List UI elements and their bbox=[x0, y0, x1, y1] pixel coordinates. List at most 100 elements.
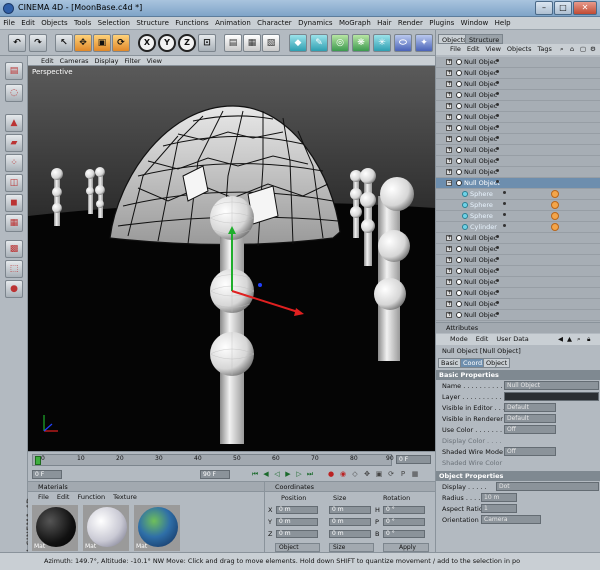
expand-toggle-icon[interactable]: + bbox=[446, 268, 452, 274]
close-button[interactable]: ✕ bbox=[573, 1, 597, 15]
settings-icon[interactable]: ⚙ bbox=[590, 44, 596, 55]
visibility-dot-icon[interactable] bbox=[496, 290, 499, 293]
size-y-field[interactable]: 0 m bbox=[329, 518, 371, 526]
visibility-dot-icon[interactable] bbox=[496, 103, 499, 106]
expand-toggle-icon[interactable]: + bbox=[446, 81, 452, 87]
apply-button[interactable]: Apply bbox=[383, 543, 429, 552]
object-row[interactable]: − Null Object bbox=[436, 178, 600, 189]
menu-objects[interactable]: Objects bbox=[38, 17, 71, 30]
om-menu-edit[interactable]: Edit bbox=[467, 44, 480, 55]
attr-menu-mode[interactable]: Mode bbox=[450, 334, 468, 345]
visibility-dot-icon[interactable] bbox=[503, 202, 506, 205]
object-name[interactable]: Null Object bbox=[464, 178, 500, 189]
expand-toggle-icon[interactable]: + bbox=[446, 279, 452, 285]
object-name[interactable]: Null Objec bbox=[464, 123, 497, 134]
visibility-dot-icon[interactable] bbox=[496, 257, 499, 260]
display-dropdown[interactable]: Dot bbox=[496, 482, 599, 491]
expand-toggle-icon[interactable]: + bbox=[446, 114, 452, 120]
menu-character[interactable]: Character bbox=[254, 17, 295, 30]
attr-menu-user-data[interactable]: User Data bbox=[496, 334, 528, 345]
record-icon[interactable]: ● bbox=[326, 469, 336, 479]
aspect-ratio-field[interactable]: 1 bbox=[481, 504, 517, 513]
expand-toggle-icon[interactable]: + bbox=[446, 246, 452, 252]
render-view-icon[interactable]: ▤ bbox=[224, 34, 242, 52]
material-tag-icon[interactable] bbox=[551, 223, 559, 231]
material-swatch[interactable]: Mat bbox=[83, 505, 129, 551]
use-color-dropdown[interactable]: Off bbox=[504, 425, 556, 434]
material-tag-icon[interactable] bbox=[551, 201, 559, 209]
visibility-dot-icon[interactable] bbox=[496, 92, 499, 95]
object-row[interactable]: Sphere bbox=[436, 200, 600, 211]
pla-key-icon[interactable]: ▦ bbox=[410, 469, 420, 479]
object-name[interactable]: Null Objec bbox=[464, 255, 497, 266]
object-row[interactable]: + Null Objec bbox=[436, 156, 600, 167]
spline-pen-icon[interactable]: ✎ bbox=[310, 34, 328, 52]
material-swatch[interactable]: Mat bbox=[134, 505, 180, 551]
size-mode-dropdown[interactable]: Size bbox=[329, 543, 374, 552]
expand-toggle-icon[interactable]: + bbox=[446, 136, 452, 142]
expand-toggle-icon[interactable]: − bbox=[446, 180, 452, 186]
prev-frame-icon[interactable]: ◀ bbox=[261, 469, 271, 479]
expand-toggle-icon[interactable]: + bbox=[446, 147, 452, 153]
scene-environment-icon[interactable]: ⬭ bbox=[394, 34, 412, 52]
rotation-h-field[interactable]: 0 ° bbox=[383, 506, 425, 514]
position-x-field[interactable]: 0 m bbox=[276, 506, 318, 514]
make-editable-icon[interactable]: ▤ bbox=[5, 62, 23, 80]
object-name[interactable]: Null Objec bbox=[464, 156, 497, 167]
visibility-dot-icon[interactable] bbox=[496, 158, 499, 161]
use-texture-mode-icon[interactable]: ▰ bbox=[5, 134, 23, 152]
object-name[interactable]: Cylinder bbox=[470, 222, 497, 233]
menu-window[interactable]: Window bbox=[457, 17, 491, 30]
keyframe-selection-icon[interactable]: ◇ bbox=[350, 469, 360, 479]
radius-field[interactable]: 10 m bbox=[481, 493, 517, 502]
expand-toggle-icon[interactable]: + bbox=[446, 312, 452, 318]
current-frame-field[interactable]: 0 F bbox=[396, 455, 431, 464]
om-menu-view[interactable]: View bbox=[485, 44, 500, 55]
tab-object[interactable]: Object bbox=[483, 358, 511, 368]
visibility-dot-icon[interactable] bbox=[496, 301, 499, 304]
rotation-key-icon[interactable]: ⟳ bbox=[386, 469, 396, 479]
shaded-wire-dropdown[interactable]: Off bbox=[504, 447, 556, 456]
object-row[interactable]: Sphere bbox=[436, 211, 600, 222]
object-name[interactable]: Null Objec bbox=[464, 145, 497, 156]
expand-toggle-icon[interactable]: + bbox=[446, 125, 452, 131]
use-object-axis-icon[interactable]: ▲ bbox=[5, 114, 23, 132]
goto-end-icon[interactable]: ⏭ bbox=[305, 469, 315, 479]
autokey-icon[interactable]: ◉ bbox=[338, 469, 348, 479]
redo-icon[interactable]: ↷ bbox=[29, 34, 47, 52]
object-row[interactable]: + Null Objec bbox=[436, 277, 600, 288]
material-tag-icon[interactable] bbox=[551, 190, 559, 198]
object-name[interactable]: Null Objec bbox=[464, 90, 497, 101]
menu-structure[interactable]: Structure bbox=[133, 17, 172, 30]
perspective-viewport[interactable]: Perspective bbox=[28, 66, 435, 451]
search-icon[interactable]: ⌕ bbox=[560, 44, 564, 55]
object-name[interactable]: Null Objec bbox=[464, 233, 497, 244]
visibility-dot-icon[interactable] bbox=[496, 114, 499, 117]
object-row[interactable]: Sphere bbox=[436, 189, 600, 200]
visible-in-renderer-dropdown[interactable]: Default bbox=[504, 414, 556, 423]
tweak-mode-icon[interactable]: ⬚ bbox=[5, 260, 23, 278]
expand-toggle-icon[interactable]: + bbox=[446, 103, 452, 109]
home-icon[interactable]: ⌂ bbox=[570, 44, 574, 55]
materials-menu-edit[interactable]: Edit bbox=[57, 492, 70, 502]
new-view-icon[interactable]: ▢ bbox=[580, 44, 586, 55]
render-settings-icon[interactable]: ▧ bbox=[262, 34, 280, 52]
size-x-field[interactable]: 0 m bbox=[329, 506, 371, 514]
parameter-key-icon[interactable]: P bbox=[398, 469, 408, 479]
solo-mode-icon[interactable]: ● bbox=[5, 280, 23, 298]
object-name[interactable]: Null Objec bbox=[464, 134, 497, 145]
object-name[interactable]: Null Objec bbox=[464, 68, 497, 79]
position-z-field[interactable]: 0 m bbox=[276, 530, 318, 538]
goto-start-icon[interactable]: ⏮ bbox=[250, 469, 260, 479]
object-row[interactable]: + Null Objec bbox=[436, 244, 600, 255]
object-name[interactable]: Null Objec bbox=[464, 244, 497, 255]
visibility-dot-icon[interactable] bbox=[496, 81, 499, 84]
use-edges-mode-icon[interactable]: ◫ bbox=[5, 174, 23, 192]
up-arrow-icon[interactable]: ▲ bbox=[567, 334, 572, 345]
object-name[interactable]: Null Objec bbox=[464, 57, 497, 68]
visibility-dot-icon[interactable] bbox=[496, 279, 499, 282]
timeline-ruler[interactable]: 0 10 20 30 40 50 60 70 80 90 bbox=[32, 454, 394, 466]
viewport-menu-display[interactable]: Display bbox=[92, 56, 122, 66]
end-frame-field[interactable]: 90 F bbox=[200, 470, 230, 479]
object-row[interactable]: + Null Objec bbox=[436, 123, 600, 134]
